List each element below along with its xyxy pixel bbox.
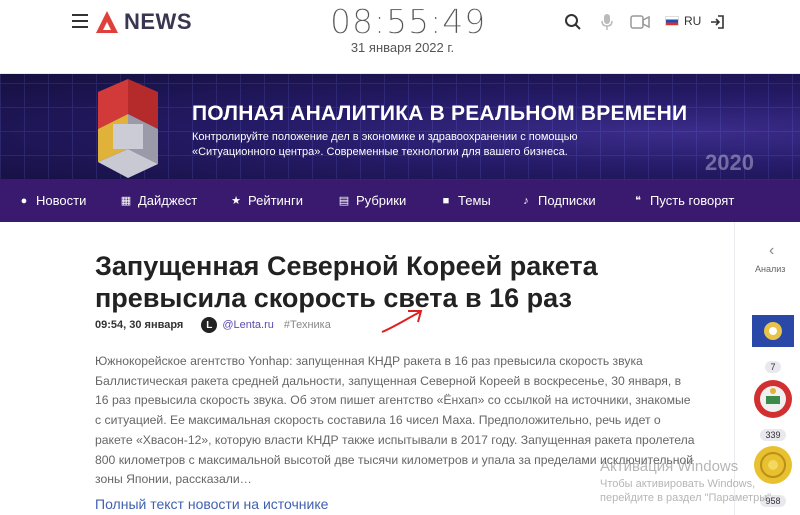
article-time: 09:54, 30 января — [95, 319, 184, 331]
login-icon[interactable] — [707, 12, 727, 32]
sidebar-item-emblem-1[interactable]: 7 — [751, 310, 795, 375]
banner-year: 2020 — [705, 150, 754, 175]
logo-text: NEWS — [124, 9, 192, 34]
nav-label: Дайджест — [138, 193, 198, 208]
language-selector[interactable]: RU — [665, 14, 701, 28]
banner-title: ПОЛНАЯ АНАЛИТИКА В РЕАЛЬНОМ ВРЕМЕНИ — [192, 102, 688, 125]
chevron-left-icon[interactable]: ‹ — [769, 242, 774, 260]
nav-label: Рубрики — [356, 193, 407, 208]
article-meta: 09:54, 30 января L @Lenta.ru #Техника — [95, 317, 331, 333]
nav-item-subscriptions[interactable]: ♪ Подписки — [520, 193, 596, 208]
digest-icon: ▦ — [120, 195, 132, 207]
source-logo-letter: L — [206, 319, 213, 331]
globe-icon: ● — [20, 194, 28, 207]
sidebar-count: 339 — [760, 429, 786, 441]
microphone-icon[interactable] — [597, 12, 617, 32]
star-icon: ★ — [231, 195, 241, 207]
nav-label: Темы — [458, 193, 491, 208]
logo-icon — [96, 11, 118, 33]
sidebar-count: 7 — [765, 361, 781, 373]
menu-icon[interactable] — [72, 14, 88, 28]
nav-label: Пусть говорят — [650, 193, 735, 208]
rubrics-icon: ▤ — [338, 195, 350, 207]
banner-cube-logo-icon — [98, 79, 158, 178]
article-title: Запущенная Северной Кореей ракета превыс… — [95, 251, 598, 313]
site-logo[interactable]: NEWS — [96, 8, 192, 36]
article-tag[interactable]: #Техника — [284, 319, 331, 331]
clock-time: 08:55:49 — [330, 2, 487, 41]
right-sidebar: ‹ Анализ 7 339 958 — [734, 222, 800, 515]
main-nav: ● Новости ▦ Дайджест ★ Рейтинги ▤ Рубрик… — [0, 180, 800, 222]
nav-item-digest[interactable]: ▦ Дайджест — [120, 193, 197, 208]
coat-of-arms-icon — [754, 380, 792, 418]
clock-date: 31 января 2022 г. — [350, 40, 455, 55]
nav-item-news[interactable]: ● Новости — [18, 193, 87, 208]
top-header: NEWS 08:55:49 31 января 2022 г. RU — [0, 0, 800, 74]
quote-icon: ❝ — [635, 195, 641, 207]
bell-icon: ♪ — [523, 194, 529, 207]
video-icon[interactable] — [630, 12, 650, 32]
nav-label: Новости — [36, 193, 87, 208]
promo-banner[interactable]: ПОЛНАЯ АНАЛИТИКА В РЕАЛЬНОМ ВРЕМЕНИ Конт… — [0, 74, 800, 180]
sidebar-item-emblem-3[interactable]: 958 — [751, 444, 795, 509]
nav-label: Рейтинги — [248, 193, 303, 208]
nav-item-let-them-talk[interactable]: ❝ Пусть говорят — [632, 193, 734, 208]
language-label: RU — [684, 14, 702, 28]
chrysanthemum-seal-icon — [754, 446, 792, 484]
full-text-link[interactable]: Полный текст новости на источнике — [95, 496, 328, 512]
emblem-flag-icon — [752, 315, 794, 347]
source-logo-icon[interactable]: L — [201, 317, 218, 333]
nav-item-ratings[interactable]: ★ Рейтинги — [230, 193, 303, 208]
topics-icon: ■ — [442, 194, 450, 207]
nav-item-topics[interactable]: ■ Темы — [440, 193, 491, 208]
search-icon[interactable] — [563, 12, 583, 32]
article-body: Южнокорейское агентство Yonhap: запущенн… — [95, 354, 695, 487]
hand-drawn-arrow-icon — [381, 310, 423, 333]
sidebar-item-emblem-2[interactable]: 339 — [751, 378, 795, 443]
source-link[interactable]: @Lenta.ru — [222, 319, 274, 331]
nav-item-rubrics[interactable]: ▤ Рубрики — [338, 193, 406, 208]
banner-subtitle: Контролируйте положение дел в экономике … — [192, 131, 578, 158]
ru-flag-icon — [665, 16, 679, 26]
sidebar-label: Анализ — [755, 264, 786, 274]
sidebar-count: 958 — [760, 495, 786, 507]
nav-label: Подписки — [538, 193, 596, 208]
